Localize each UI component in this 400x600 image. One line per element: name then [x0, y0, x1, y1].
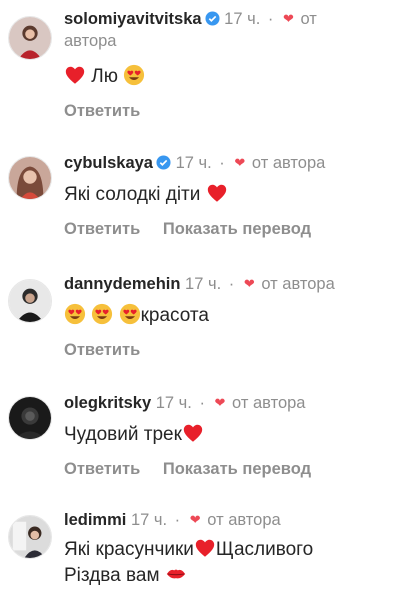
from-author-label: от автора: [261, 275, 335, 293]
separator: ·: [219, 154, 225, 172]
show-translation-button[interactable]: Показать перевод: [163, 460, 311, 478]
time: 17 ч.: [130, 511, 168, 529]
username[interactable]: solomiyavitvitska: [64, 10, 202, 28]
comment-actions: Ответить Показать перевод: [64, 460, 390, 479]
avatar[interactable]: [8, 515, 52, 559]
liked-heart-icon: ❤: [243, 276, 255, 291]
reply-button[interactable]: Ответить: [64, 341, 140, 359]
heart-eyes-emoji: [119, 303, 141, 325]
liked-heart-icon: ❤: [234, 155, 246, 170]
comment-meta: olegkritsky 17 ч. · ❤ от автора: [64, 392, 390, 414]
show-translation-button[interactable]: Показать перевод: [163, 220, 311, 238]
reply-button[interactable]: Ответить: [64, 102, 140, 120]
time: 17 ч.: [155, 394, 192, 412]
comment-actions: Ответить: [64, 341, 390, 360]
separator: ·: [199, 394, 205, 412]
separator: ·: [267, 10, 274, 28]
comment-actions: Ответить Показать перевод: [64, 220, 390, 239]
red-heart-emoji: [182, 422, 204, 444]
heart-eyes-emoji: [91, 303, 113, 325]
heart-eyes-emoji: [123, 64, 145, 86]
comment-text: красота: [64, 303, 390, 329]
time: 17 ч.: [175, 154, 212, 172]
avatar[interactable]: [8, 279, 52, 323]
comment-meta: dannydemehin 17 ч. · ❤ от автора: [64, 273, 390, 295]
from-author-label: от автора: [207, 511, 281, 529]
comment-text: Які красунчики Щасливого Різдва вам: [64, 537, 314, 586]
username[interactable]: olegkritsky: [64, 394, 151, 412]
from-author-label: от автора: [251, 154, 326, 172]
separator: ·: [174, 511, 181, 529]
avatar[interactable]: [8, 16, 52, 60]
from-author-label: от автора: [232, 394, 306, 412]
time: 17 ч.: [185, 275, 222, 293]
red-heart-emoji: [64, 64, 86, 86]
liked-heart-icon: ❤: [189, 512, 201, 527]
red-heart-emoji: [194, 537, 216, 559]
comment-meta: solomiyavitvitska 17 ч. · ❤ от автора: [64, 8, 390, 52]
comment-text: Які солодкі діти: [64, 182, 390, 208]
kiss-mark-emoji: [165, 563, 187, 585]
from-author-label: от: [300, 10, 317, 28]
comment-meta: cybulskaya 17 ч. · ❤ от автора: [64, 152, 390, 174]
username[interactable]: ledimmi: [64, 511, 126, 529]
separator: ·: [228, 275, 235, 293]
from-author-label-cont: автора: [64, 32, 117, 50]
liked-heart-icon: ❤: [214, 395, 226, 410]
verified-badge-icon: [156, 154, 171, 170]
reply-button[interactable]: Ответить: [64, 220, 140, 238]
red-heart-emoji: [206, 182, 228, 204]
comment-text: Чудовий трек: [64, 422, 390, 448]
avatar[interactable]: [8, 156, 52, 200]
avatar[interactable]: [8, 396, 52, 440]
time: 17 ч.: [224, 10, 261, 28]
heart-eyes-emoji: [64, 303, 86, 325]
comment-meta: ledimmi 17 ч. · ❤ от автора: [64, 509, 390, 531]
comment-actions: Ответить: [64, 102, 390, 121]
liked-heart-icon: ❤: [282, 11, 294, 26]
username[interactable]: cybulskaya: [64, 154, 153, 172]
reply-button[interactable]: Ответить: [64, 460, 140, 478]
comment-text: Лю: [64, 64, 390, 90]
username[interactable]: dannydemehin: [64, 275, 180, 293]
verified-badge-icon: [205, 10, 220, 26]
